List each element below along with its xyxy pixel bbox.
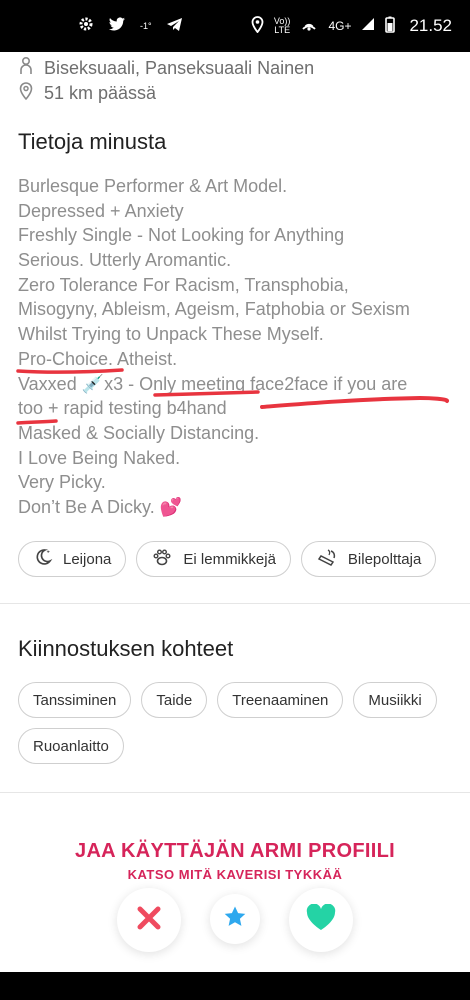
location-pin-icon (18, 81, 34, 106)
bio-text: Burlesque Performer & Art Model. Depress… (18, 174, 458, 520)
paw-icon (151, 547, 173, 571)
network-type-label: 4G+ (328, 19, 352, 33)
section-divider (0, 792, 470, 793)
section-divider (0, 603, 470, 604)
bio-line: Zero Tolerance For Racism, Transphobia, (18, 274, 349, 295)
chip-label: Bilepolttaja (347, 550, 422, 568)
person-icon (18, 56, 34, 81)
interests-row-1: Tanssiminen Taide Treenaaminen Musiikki (18, 682, 437, 718)
hotspot-icon (300, 16, 318, 36)
interests-row-2: Ruoanlaitto (18, 728, 124, 764)
moon-icon (33, 547, 53, 571)
x-icon (136, 905, 162, 936)
star-icon (223, 905, 247, 934)
chip-label: Leijona (63, 550, 112, 568)
bio-line: Pro-Choice. Atheist. (18, 348, 178, 369)
chip-pets[interactable]: Ei lemmikkejä (136, 541, 291, 577)
bio-line: Burlesque Performer & Art Model. (18, 176, 288, 196)
orientation-text: Biseksuaali, Panseksuaali Nainen (44, 58, 315, 78)
bio-line: Depressed + Anxiety (18, 200, 184, 221)
bio-line: Masked & Socially Distancing. (18, 422, 260, 443)
volte-label: Vo)) LTE (273, 16, 291, 35)
super-like-button[interactable] (210, 894, 260, 944)
interest-chip[interactable]: Treenaaminen (217, 682, 344, 718)
status-bar: -1° Vo)) LTE 4G+ 21.52 (0, 0, 470, 52)
chip-smoking[interactable]: Bilepolttaja (300, 541, 437, 577)
telegram-icon (166, 17, 183, 36)
interest-chip[interactable]: Taide (141, 682, 208, 718)
lifestyle-chips: Leijona Ei lemmikkejä Bilepolttaja (18, 541, 437, 577)
orientation-row: Biseksuaali, Panseksuaali Nainen (18, 56, 314, 81)
navigation-bar (0, 972, 470, 1000)
bio-line: Misogyny, Ableism, Ageism, Fatphobia or … (18, 299, 410, 320)
chip-label: Ei lemmikkejä (183, 550, 276, 568)
interest-chip[interactable]: Musiikki (353, 682, 437, 718)
signal-icon (361, 17, 375, 35)
distance-text: 51 km päässä (44, 83, 157, 103)
bio-line: Vaxxed 💉x3 - Only meeting face2face if y… (18, 373, 408, 394)
gear-icon (78, 16, 94, 36)
location-icon (251, 15, 264, 37)
interest-chip[interactable]: Ruoanlaitto (18, 728, 124, 764)
bio-line: too + rapid testing b4hand (18, 398, 227, 419)
bio-line: Freshly Single - Not Looking for Anythin… (18, 225, 345, 246)
temperature-label: -1° (140, 20, 152, 31)
battery-icon (385, 16, 396, 37)
nope-button[interactable] (117, 888, 181, 952)
share-profile-link[interactable]: JAA KÄYTTÄJÄN ARMI PROFIILI (0, 840, 470, 863)
share-profile-subtitle: KATSO MITÄ KAVERISI TYKKÄÄ (127, 867, 343, 882)
distance-row: 51 km päässä (18, 81, 156, 106)
bio-line: Serious. Utterly Aromantic. (18, 250, 232, 271)
bio-line: Don’t Be A Dicky. 💕 (18, 496, 183, 517)
bio-line: Very Picky. (18, 472, 106, 493)
interest-chip[interactable]: Tanssiminen (18, 682, 132, 718)
twitter-icon (108, 16, 126, 36)
cigarette-icon (316, 547, 338, 571)
interests-title: Kiinnostuksen kohteet (18, 636, 234, 661)
bio-line: I Love Being Naked. (18, 447, 181, 468)
chip-zodiac[interactable]: Leijona (18, 541, 127, 577)
bio-line: Whilst Trying to Unpack These Myself. (18, 324, 324, 345)
like-button[interactable] (289, 888, 353, 952)
clock: 21.52 (409, 16, 452, 35)
heart-icon (306, 903, 336, 936)
about-title: Tietoja minusta (18, 129, 167, 154)
